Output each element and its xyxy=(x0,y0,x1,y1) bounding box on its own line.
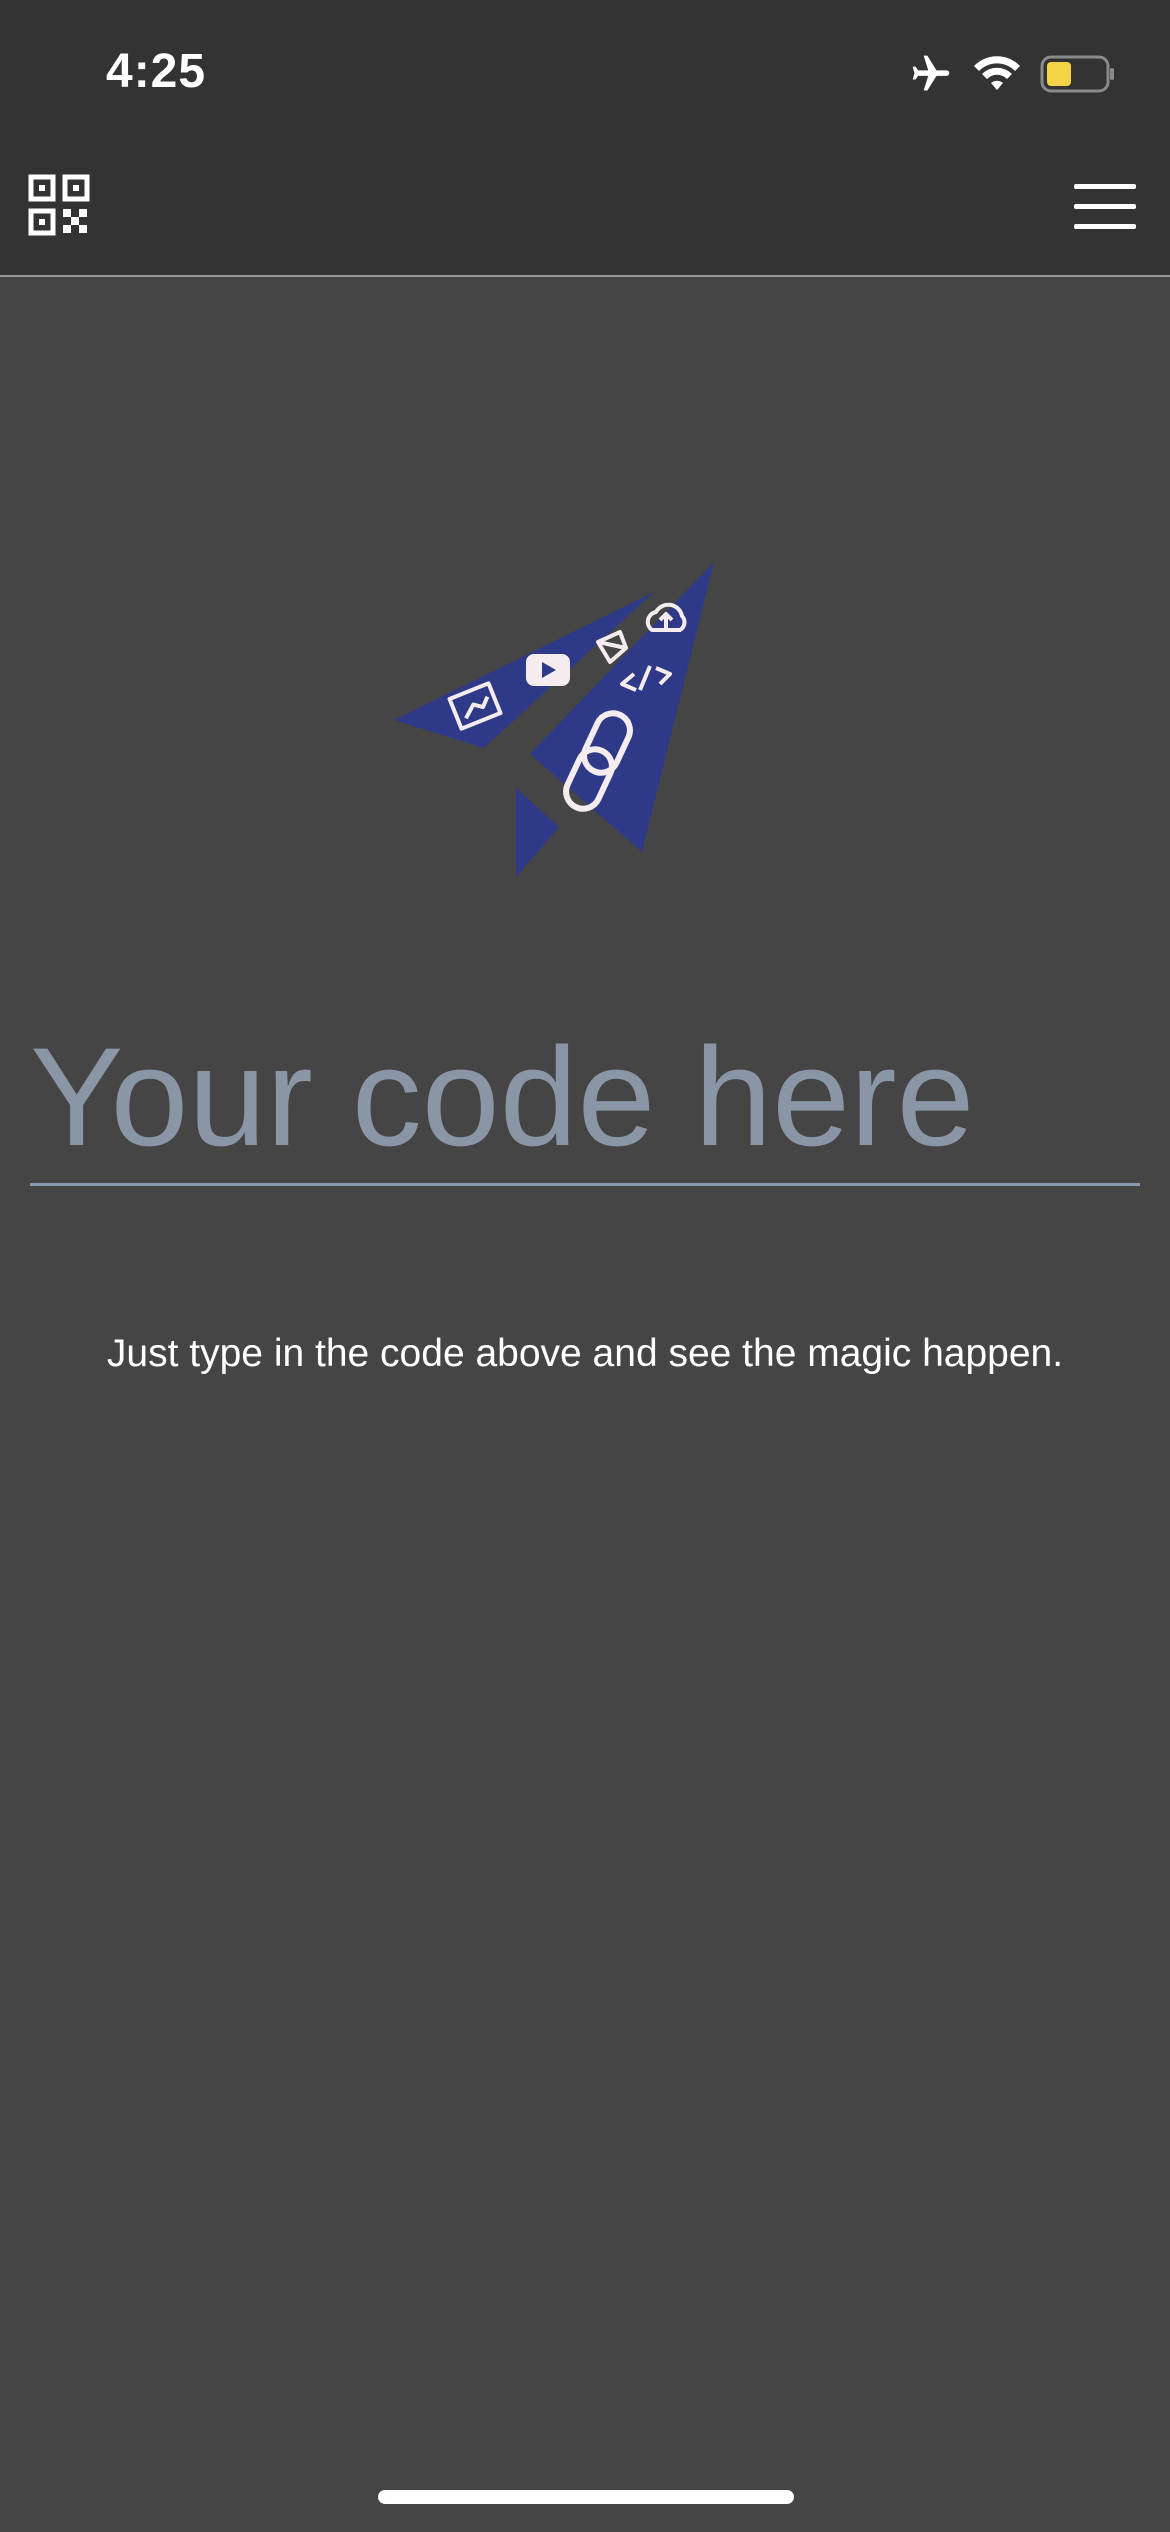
status-icons xyxy=(908,52,1116,96)
airplane-icon xyxy=(912,55,950,91)
home-indicator[interactable] xyxy=(378,2490,794,2504)
status-time: 4:25 xyxy=(106,45,207,98)
battery-icon xyxy=(1040,55,1114,93)
paper-plane-logo xyxy=(394,562,714,877)
qr-code-icon[interactable] xyxy=(28,174,90,236)
status-bar: 4:25 xyxy=(0,0,1170,148)
app-bar xyxy=(0,148,1170,277)
hint-text: Just type in the code above and see the … xyxy=(106,1332,1064,1375)
hamburger-menu-icon[interactable] xyxy=(1074,182,1136,232)
wifi-icon xyxy=(974,56,1020,90)
code-input[interactable] xyxy=(30,1010,1140,1186)
